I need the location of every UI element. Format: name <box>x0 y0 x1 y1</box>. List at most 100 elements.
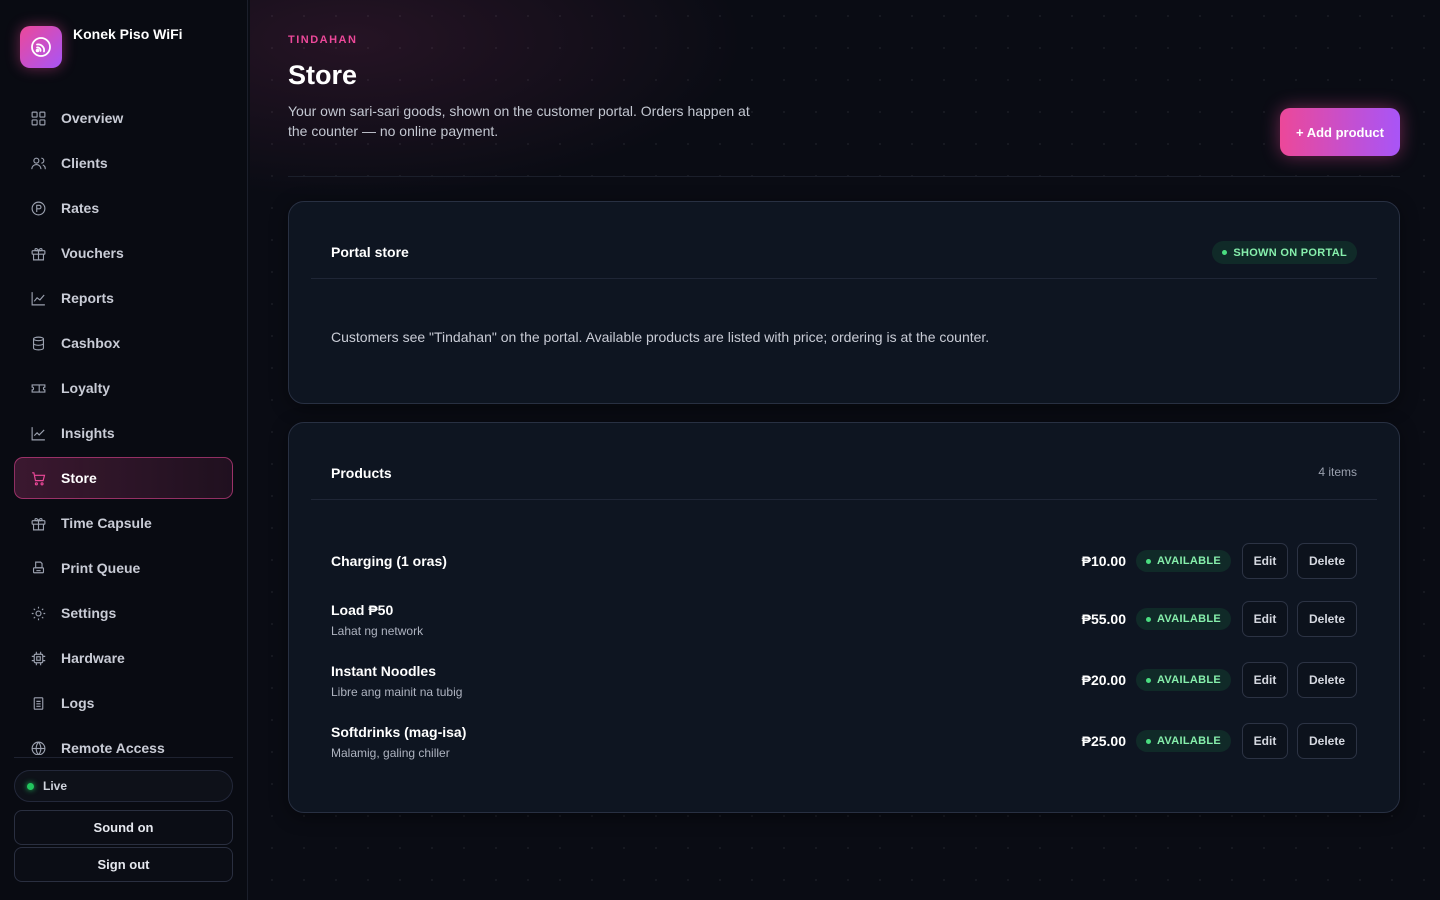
edit-button[interactable]: Edit <box>1242 543 1288 579</box>
availability-label: AVAILABLE <box>1156 735 1221 747</box>
product-actions: ₱20.00 AVAILABLE Edit Delete <box>1082 662 1357 698</box>
cart-icon <box>32 471 46 485</box>
sidebar-item-label: Cashbox <box>61 335 121 351</box>
product-row: Instant Noodles Libre ang mainit na tubi… <box>331 662 1357 712</box>
availability-badge: AVAILABLE <box>1135 730 1231 752</box>
page-eyebrow: TINDAHAN <box>288 34 358 46</box>
product-price: ₱25.00 <box>1081 733 1126 749</box>
product-description: Lahat ng network <box>331 624 424 638</box>
status-dot-icon <box>1145 616 1151 622</box>
sidebar-item-label: Clients <box>61 155 108 171</box>
items-count: 4 items <box>1318 465 1357 479</box>
portal-store-card: Portal store SHOWN ON PORTAL Customers s… <box>288 201 1400 404</box>
availability-badge: AVAILABLE <box>1135 669 1231 691</box>
sidebar-item-clients[interactable]: Clients <box>14 142 233 184</box>
product-actions: ₱10.00 AVAILABLE Edit Delete <box>1082 543 1357 579</box>
sidebar-item-overview[interactable]: Overview <box>14 97 233 139</box>
sidebar-item-label: Loyalty <box>61 380 111 396</box>
gift-icon <box>31 247 46 260</box>
sidebar-divider <box>14 757 233 758</box>
status-badge-label: SHOWN ON PORTAL <box>1233 246 1347 259</box>
sidebar-item-reports[interactable]: Reports <box>14 277 233 319</box>
page-title: Store <box>288 60 358 90</box>
sidebar-item-store[interactable]: Store <box>14 457 233 499</box>
brand: Konek Piso WiFi <box>20 26 183 68</box>
delete-button[interactable]: Delete <box>1297 723 1357 759</box>
product-actions: ₱25.00 AVAILABLE Edit Delete <box>1082 723 1357 759</box>
card-title: Products <box>331 465 392 481</box>
sidebar-item-logs[interactable]: Logs <box>14 682 233 724</box>
sidebar-item-remote-access[interactable]: Remote Access <box>14 727 233 755</box>
page-subtitle: Your own sari-sari goods, shown on the c… <box>288 103 750 139</box>
sidebar-item-print-queue[interactable]: Print Queue <box>14 547 233 589</box>
trend-icon <box>31 426 45 440</box>
sidebar: Konek Piso WiFi Overview Clients Rates V… <box>0 0 248 900</box>
delete-button[interactable]: Delete <box>1297 662 1357 698</box>
edit-button[interactable]: Edit <box>1242 601 1288 637</box>
product-name: Softdrinks (mag-isa) <box>331 724 467 740</box>
status-dot-icon <box>1222 250 1228 255</box>
sidebar-item-label: Settings <box>61 605 117 621</box>
gift-icon <box>31 517 46 530</box>
sidebar-item-hardware[interactable]: Hardware <box>14 637 233 679</box>
sidebar-item-label: Time Capsule <box>61 515 152 531</box>
availability-label: AVAILABLE <box>1156 555 1221 567</box>
sidebar-item-label: Remote Access <box>61 740 165 755</box>
sidebar-item-label: Overview <box>61 110 124 126</box>
sidebar-item-label: Hardware <box>61 650 125 666</box>
status-dot-icon <box>1145 677 1151 683</box>
product-name: Instant Noodles <box>331 663 437 679</box>
sidebar-item-cashbox[interactable]: Cashbox <box>14 322 233 364</box>
product-actions: ₱55.00 AVAILABLE Edit Delete <box>1082 601 1357 637</box>
database-icon <box>32 336 45 350</box>
status-dot-icon <box>1145 738 1151 744</box>
sign-out-button[interactable]: Sign out <box>14 847 233 882</box>
availability-label: AVAILABLE <box>1156 613 1221 625</box>
product-row: Charging (1 oras) ₱10.00 AVAILABLE Edit … <box>331 543 1357 593</box>
edit-button[interactable]: Edit <box>1242 662 1288 698</box>
product-price: ₱55.00 <box>1081 611 1126 627</box>
sidebar-item-settings[interactable]: Settings <box>14 592 233 634</box>
sidebar-item-vouchers[interactable]: Vouchers <box>14 232 233 274</box>
sidebar-item-time-capsule[interactable]: Time Capsule <box>14 502 233 544</box>
card-title: Portal store <box>331 244 409 260</box>
chart-icon <box>31 291 45 305</box>
sidebar-item-label: Store <box>61 470 97 486</box>
product-description: Libre ang mainit na tubig <box>331 685 463 699</box>
delete-button[interactable]: Delete <box>1297 601 1357 637</box>
users-icon <box>31 157 46 169</box>
rates-icon <box>31 201 46 215</box>
status-badge: SHOWN ON PORTAL <box>1212 241 1357 264</box>
sidebar-item-insights[interactable]: Insights <box>14 412 233 454</box>
product-row: Load ₱50 Lahat ng network ₱55.00 AVAILAB… <box>331 601 1357 651</box>
app-name: Konek Piso WiFi <box>73 26 183 42</box>
availability-badge: AVAILABLE <box>1135 608 1231 630</box>
list-icon <box>33 696 44 710</box>
card-header: Portal store SHOWN ON PORTAL <box>311 202 1377 279</box>
sun-icon <box>31 606 46 620</box>
sidebar-item-rates[interactable]: Rates <box>14 187 233 229</box>
live-status-label: Live <box>43 779 68 793</box>
header-divider <box>288 176 1400 177</box>
edit-button[interactable]: Edit <box>1242 723 1288 759</box>
sidebar-item-loyalty[interactable]: Loyalty <box>14 367 233 409</box>
grid-icon <box>31 111 46 125</box>
delete-button[interactable]: Delete <box>1297 543 1357 579</box>
product-row: Softdrinks (mag-isa) Malamig, galing chi… <box>331 723 1357 773</box>
live-dot-icon <box>27 782 34 790</box>
sidebar-item-label: Vouchers <box>61 245 124 261</box>
sidebar-item-label: Insights <box>61 425 115 441</box>
sidebar-item-label: Reports <box>61 290 114 306</box>
status-dot-icon <box>1145 558 1151 564</box>
product-price: ₱20.00 <box>1081 672 1126 688</box>
sidebar-item-label: Rates <box>61 200 100 216</box>
sidebar-nav: Overview Clients Rates Vouchers Reports … <box>14 97 233 755</box>
product-description: Malamig, galing chiller <box>331 746 450 760</box>
globe-icon <box>31 741 46 755</box>
add-product-button[interactable]: + Add product <box>1280 108 1400 156</box>
availability-label: AVAILABLE <box>1156 674 1221 686</box>
products-card: Products 4 items Charging (1 oras) ₱10.0… <box>288 422 1400 813</box>
portal-description: Customers see "Tindahan" on the portal. … <box>331 329 990 345</box>
sound-toggle-button[interactable]: Sound on <box>14 810 233 845</box>
ticket-icon <box>31 383 46 393</box>
